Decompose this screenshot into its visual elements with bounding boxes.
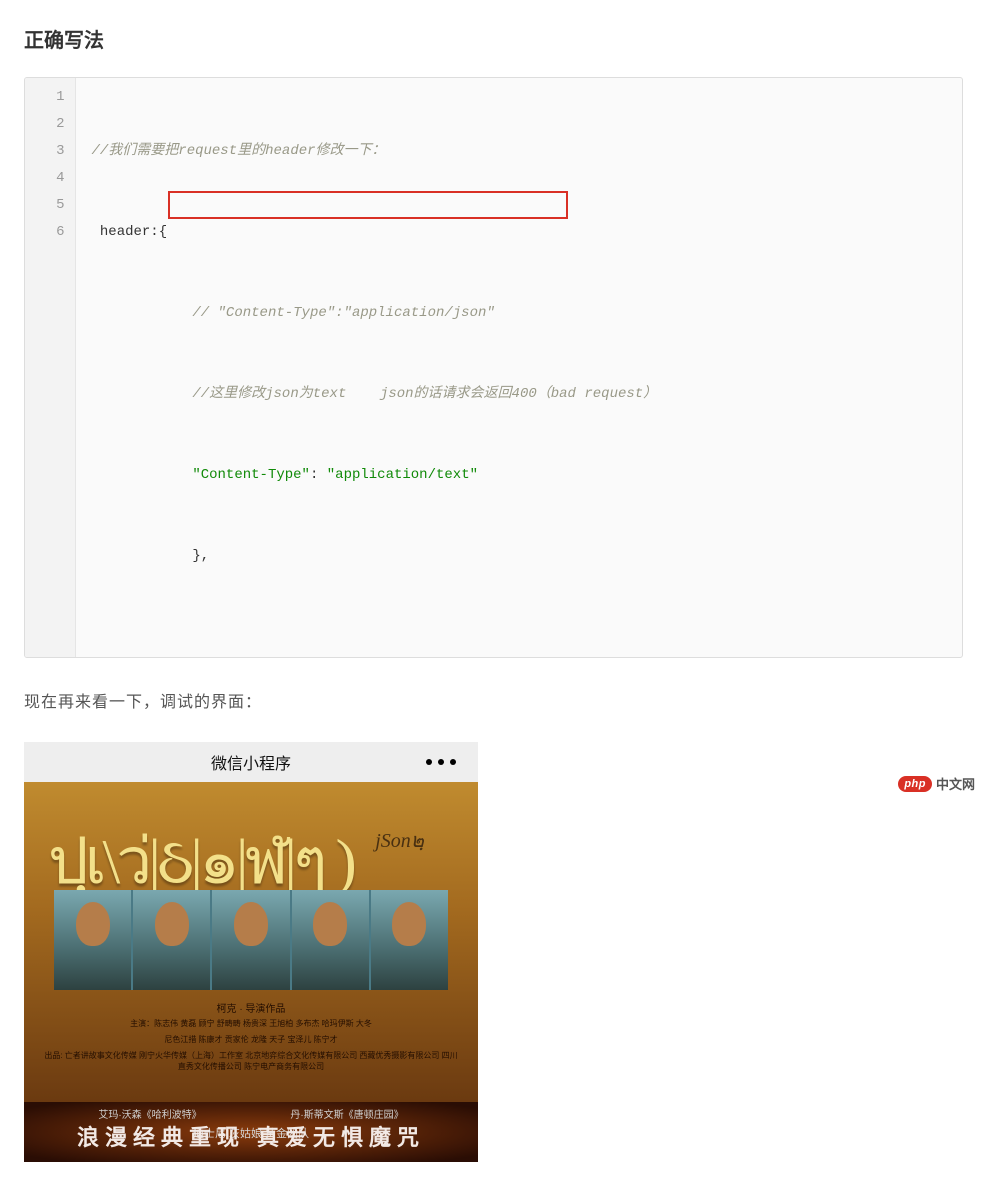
line-number: 4 <box>35 165 65 192</box>
poster-cast-credits: 主演：陈志伟 黄磊 顾宁 舒畴畴 杨贵深 王旭柏 多布杰 哈玛伊斯 大冬 <box>24 1018 478 1029</box>
php-logo-icon: php <box>898 776 932 792</box>
paragraph: 现在再来看一下，调试的界面： <box>24 688 963 712</box>
line-number: 6 <box>35 219 65 246</box>
line-number: 1 <box>35 84 65 111</box>
code-line: header:{ <box>92 219 947 246</box>
cast-photo <box>371 890 448 990</box>
cast-photo <box>292 890 369 990</box>
cast-photo <box>212 890 289 990</box>
line-number: 5 <box>35 192 65 219</box>
poster-credit-right: 丹·斯蒂文斯《唐顿庄园》 <box>290 1106 403 1121</box>
code-comment: //这里修改json为text json的话请求会返回400（bad reque… <box>192 386 657 402</box>
app-header: 微信小程序 <box>24 742 478 782</box>
app-title: 微信小程序 <box>211 750 291 774</box>
more-icon[interactable] <box>426 759 456 765</box>
code-value: "application/text" <box>327 467 478 483</box>
line-number: 3 <box>35 138 65 165</box>
code-line: }, <box>192 548 209 564</box>
cast-photo <box>54 890 131 990</box>
code-area: //我们需要把request里的header修改一下： header:{ // … <box>75 78 962 657</box>
poster-cast-credits: 尼色江措 陈康才 贡家伦 龙隆 天子 宝泽儿 陈宁才 <box>24 1034 478 1045</box>
movie-poster: ปฺเ\ว่|ઠ|๑|ฬ|ๆ ) jSon๒ฺ 柯克 · 导演作品 主演：陈志伟… <box>24 782 478 1102</box>
cast-photos <box>54 890 448 990</box>
code-gutter: 1 2 3 4 5 6 <box>25 78 75 657</box>
line-number: 2 <box>35 111 65 138</box>
poster-production-credits: 出品: 亡者讲故事文化传媒 刚宁火华传媒（上海）工作室 北京地弈综合文化传媒有限… <box>24 1050 478 1072</box>
poster-credit-left: 艾玛·沃森《哈利波特》 <box>98 1106 201 1121</box>
poster-tagline: 浪漫经典重现 真爱无惧魔咒 <box>24 1120 478 1152</box>
code-comment: //我们需要把request里的header修改一下： <box>92 143 386 159</box>
code-key: "Content-Type" <box>192 467 310 483</box>
watermark-text: 中文网 <box>936 774 975 793</box>
code-block: 1 2 3 4 5 6 //我们需要把request里的header修改一下： … <box>24 77 963 658</box>
section-heading: 正确写法 <box>24 24 963 53</box>
code-comment: // "Content-Type":"application/json" <box>192 305 494 321</box>
cast-photo <box>133 890 210 990</box>
app-screenshot: 微信小程序 ปฺเ\ว่|ઠ|๑|ฬ|ๆ ) jSon๒ฺ 柯克 · 导演作品 … <box>24 742 478 1162</box>
watermark: php 中文网 <box>898 774 975 793</box>
poster-director: 柯克 · 导演作品 <box>24 1000 478 1015</box>
second-poster-strip: 艾玛·沃森《哈利波特》 丹·斯蒂文斯《唐顿庄园》 迪士尼 灰姑娘 黄金团队 浪漫… <box>24 1102 478 1162</box>
highlight-box <box>168 191 568 219</box>
poster-subtitle-script: jSon๒ฺ <box>375 824 424 856</box>
